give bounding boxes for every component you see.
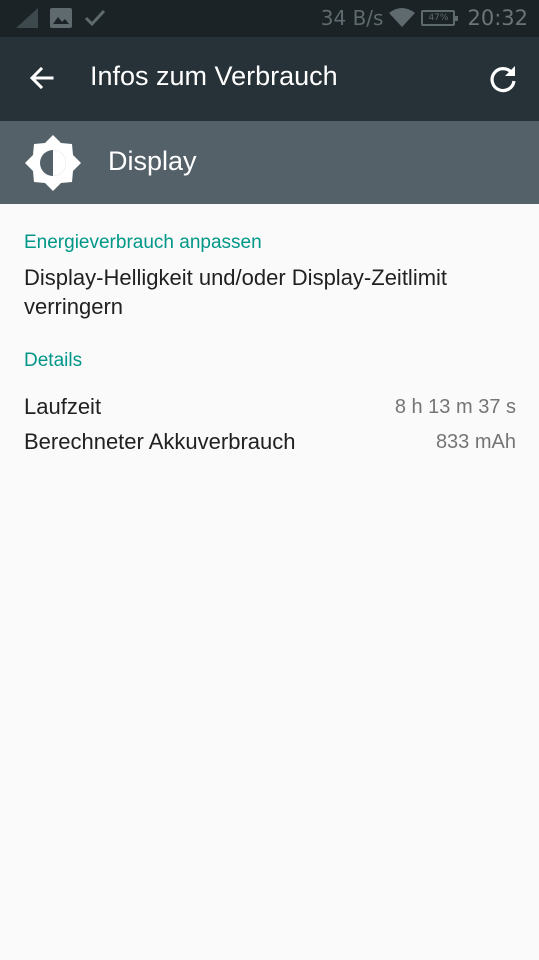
item-header: Display (0, 121, 539, 204)
brightness-icon (24, 134, 82, 192)
signal-icon (16, 8, 38, 28)
details-section-label: Details (24, 350, 83, 371)
net-speed: 34 B/s (320, 6, 384, 30)
clock: 20:32 (467, 6, 528, 30)
refresh-button[interactable] (485, 61, 521, 97)
runtime-label: Laufzeit (24, 394, 102, 419)
wifi-icon (389, 8, 416, 27)
item-title: Display (108, 146, 197, 176)
refresh-icon (490, 66, 516, 93)
detail-row-runtime: Laufzeit 8 h 13 m 37 s (24, 392, 516, 422)
detail-row-consumption: Berechneter Akkuverbrauch 833 mAh (24, 427, 516, 457)
adjust-text[interactable]: Display-Helligkeit und/oder Display-Zeit… (24, 263, 514, 321)
back-button[interactable] (22, 59, 62, 99)
runtime-value: 8 h 13 m 37 s (394, 395, 516, 418)
app-bar: Infos zum Verbrauch (0, 37, 539, 121)
status-bar: 34 B/s 47% 20:32 (0, 0, 539, 37)
image-icon (50, 8, 72, 28)
battery-level: 47% (428, 13, 449, 23)
consumption-value: 833 mAh (435, 430, 516, 453)
adjust-section-label: Energieverbrauch anpassen (24, 232, 262, 253)
battery-icon: 47% (421, 10, 459, 26)
page-title: Infos zum Verbrauch (90, 61, 338, 91)
arrow-back-icon (29, 66, 54, 90)
consumption-label: Berechneter Akkuverbrauch (24, 429, 296, 454)
check-icon (84, 9, 106, 27)
